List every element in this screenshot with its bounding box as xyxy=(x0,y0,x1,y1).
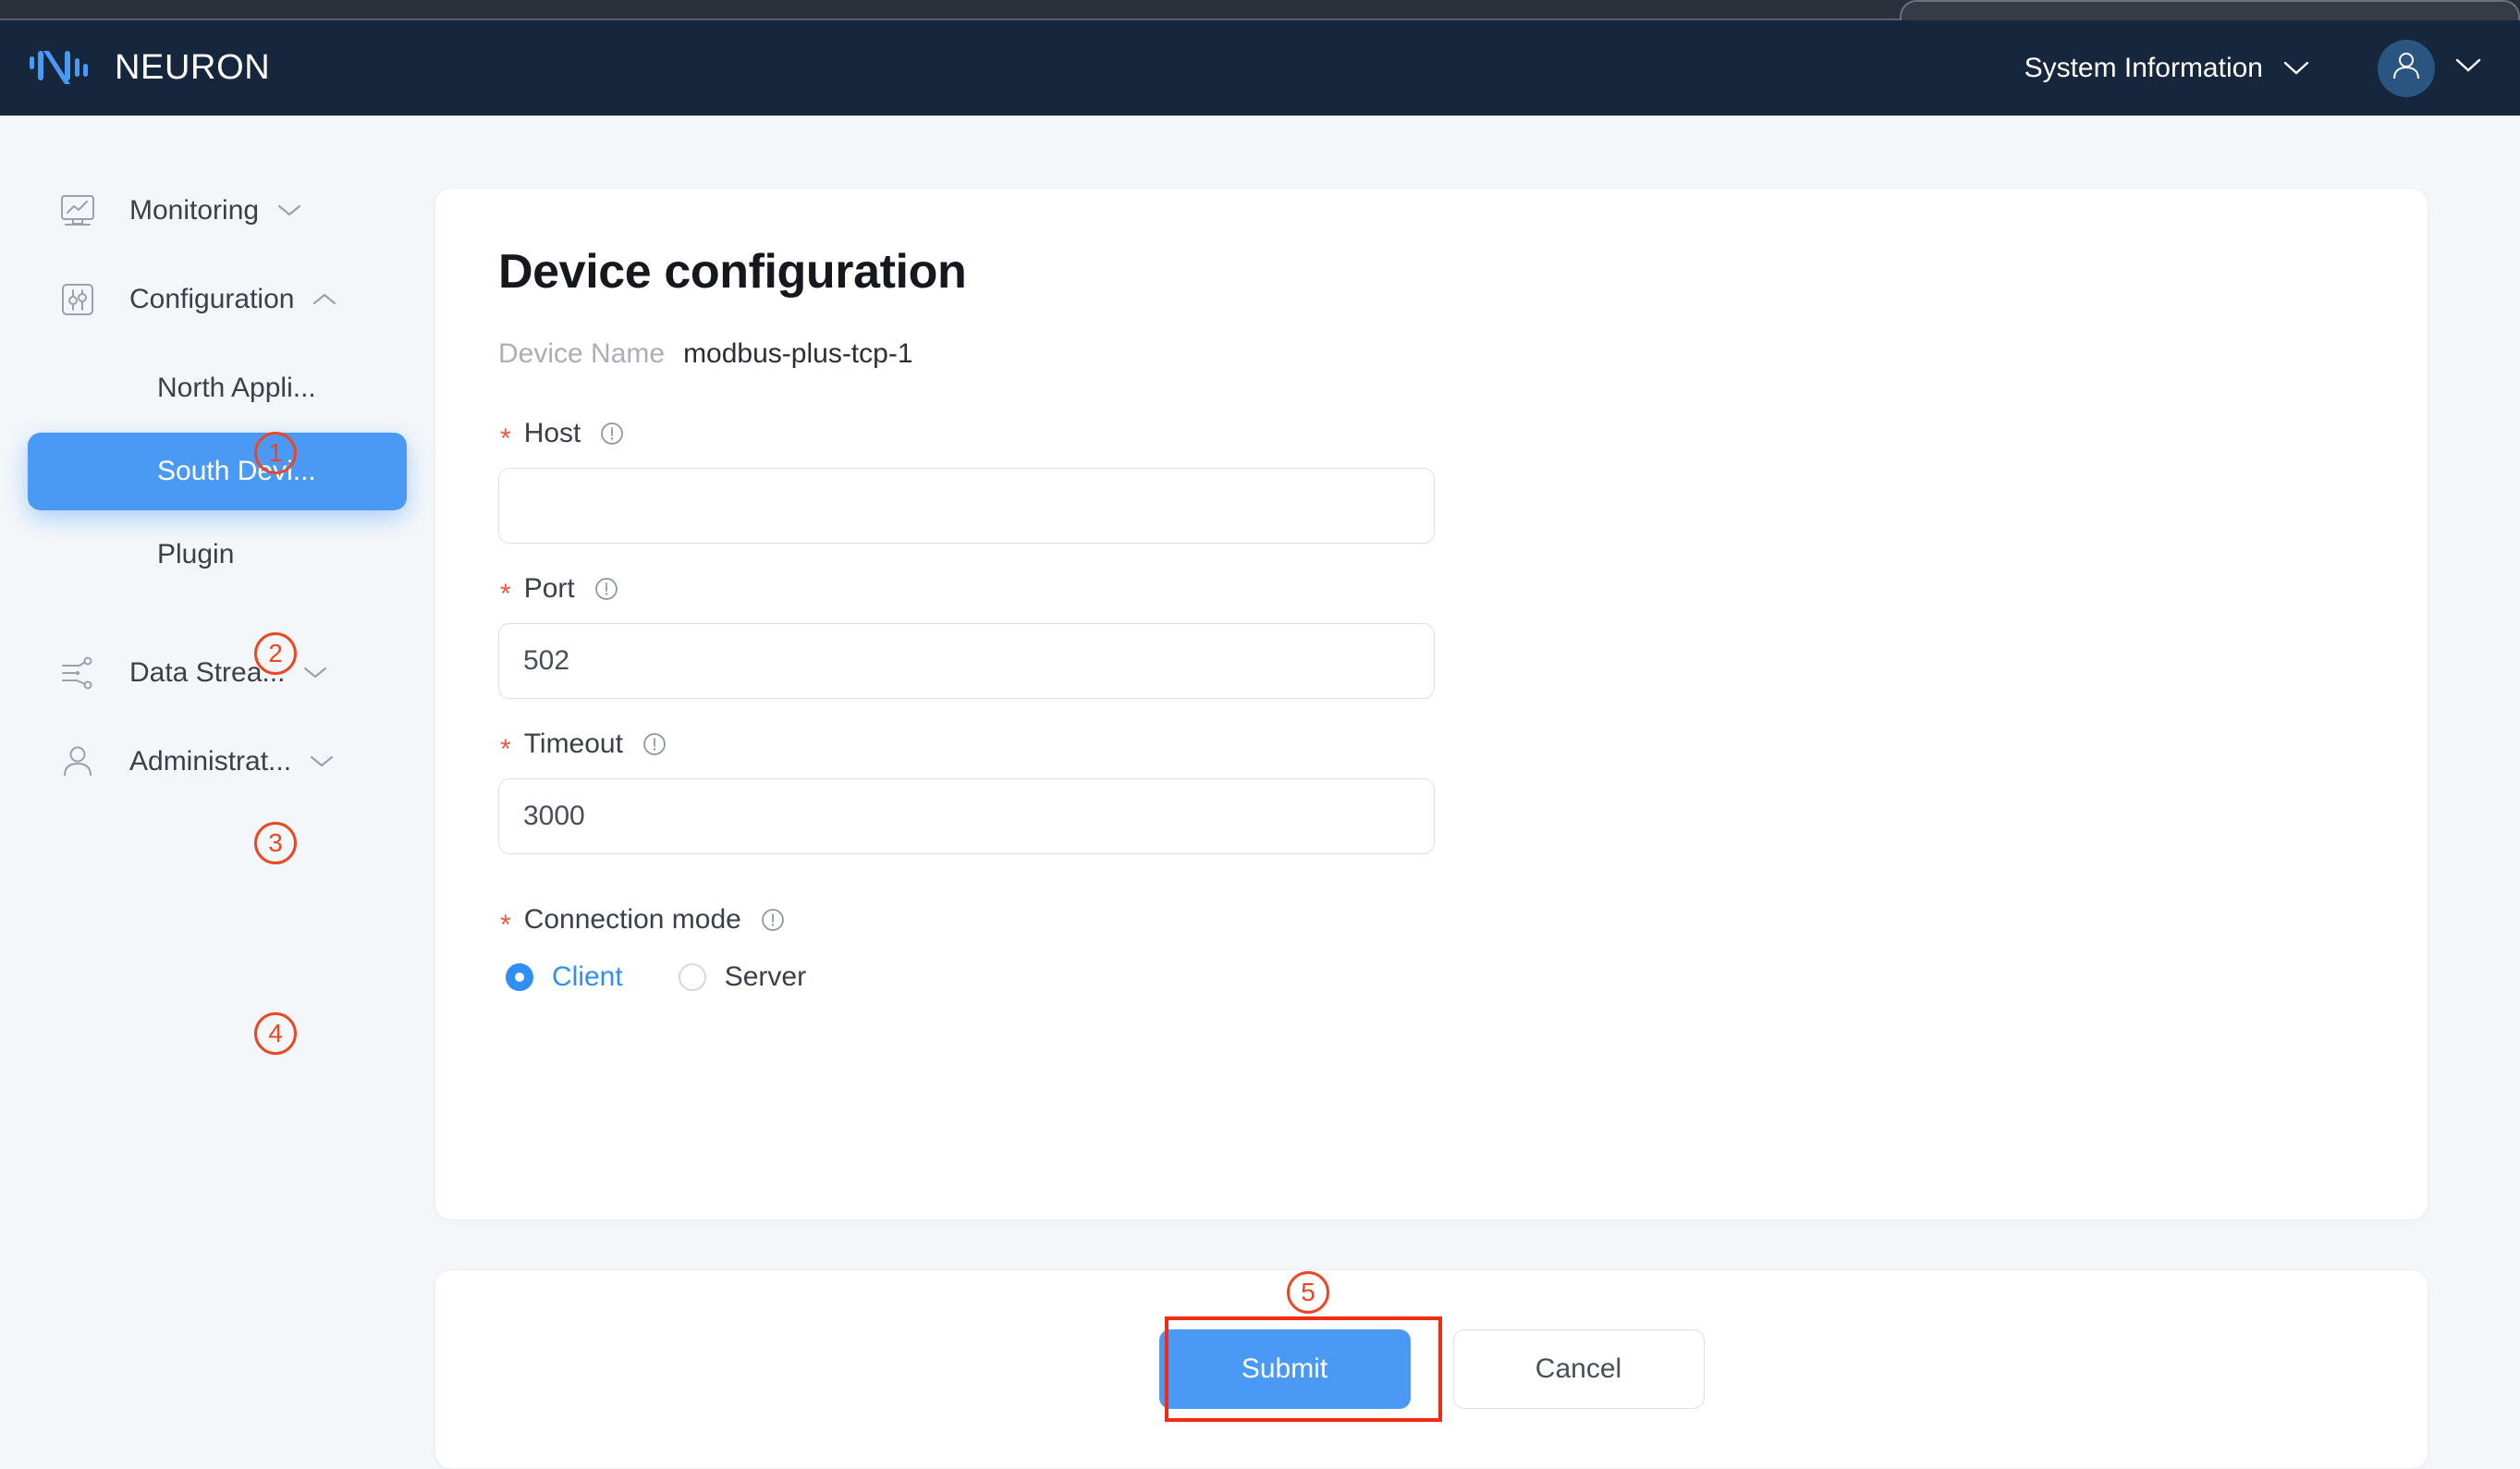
timeout-label: * Timeout xyxy=(500,728,2428,764)
form-actions-card: Submit Cancel xyxy=(434,1269,2428,1469)
sidebar-item-data-streams[interactable]: Data Strea... xyxy=(0,629,434,717)
radio-option-server[interactable]: Server xyxy=(678,961,807,993)
radio-option-label: Server xyxy=(724,961,807,992)
required-asterisk: * xyxy=(500,910,511,940)
sidebar-item-administration[interactable]: Administrat... xyxy=(0,717,434,806)
field-label-text: Timeout xyxy=(523,728,623,759)
user-icon xyxy=(55,740,100,784)
main-content: Device configuration Device Name modbus-… xyxy=(434,116,2520,1469)
radio-button-icon[interactable] xyxy=(678,963,706,991)
connection-mode-field: * Connection mode Client Server xyxy=(498,904,2428,993)
brand[interactable]: NEURON xyxy=(28,42,270,95)
annotation-marker-4: 4 xyxy=(254,1012,297,1055)
timeout-input[interactable] xyxy=(498,778,1435,854)
chevron-down-icon xyxy=(2283,53,2309,84)
required-asterisk: * xyxy=(500,579,511,609)
required-asterisk: * xyxy=(500,734,511,765)
user-menu[interactable] xyxy=(2378,39,2481,97)
annotation-marker-1: 1 xyxy=(254,432,297,474)
host-field: * Host xyxy=(498,418,2428,544)
system-information-label: System Information xyxy=(2024,52,2263,83)
neuron-logo-icon xyxy=(28,42,94,95)
host-label: * Host xyxy=(500,418,2428,453)
submit-button[interactable]: Submit xyxy=(1158,1329,1411,1409)
brand-name: NEURON xyxy=(115,48,271,87)
info-circle-icon[interactable] xyxy=(760,907,786,933)
sidebar-item-north-apps[interactable]: North Appli... xyxy=(28,349,407,427)
chevron-down-icon xyxy=(2455,57,2481,79)
chevron-up-icon[interactable] xyxy=(312,292,336,307)
field-label-text: Port xyxy=(523,573,575,604)
connection-mode-radio-group: Client Server xyxy=(506,961,2428,993)
sidebar-item-monitoring[interactable]: Monitoring xyxy=(0,166,434,255)
info-circle-icon[interactable] xyxy=(642,731,667,757)
radio-option-label: Client xyxy=(552,961,623,992)
system-information-menu[interactable]: System Information xyxy=(2012,43,2322,93)
annotation-marker-5: 5 xyxy=(1287,1271,1329,1314)
timeout-field: * Timeout xyxy=(498,728,2428,854)
form-actions: Submit Cancel xyxy=(1158,1329,1705,1409)
required-asterisk: * xyxy=(500,423,511,454)
field-label-text: Host xyxy=(523,418,581,448)
avatar[interactable] xyxy=(2378,39,2435,97)
sidebar-item-label: Monitoring xyxy=(129,195,260,226)
cancel-button[interactable]: Cancel xyxy=(1452,1329,1705,1409)
app-header: NEURON System Information xyxy=(0,20,2520,116)
info-circle-icon[interactable] xyxy=(593,576,619,602)
sidebar-item-label: North Appli... xyxy=(157,373,316,403)
chevron-down-icon[interactable] xyxy=(277,203,301,218)
radio-option-client[interactable]: Client xyxy=(506,961,623,993)
port-label: * Port xyxy=(500,573,2428,609)
info-circle-icon[interactable] xyxy=(599,421,625,447)
sidebar: Monitoring Configuration North Appli... … xyxy=(0,116,434,1464)
device-name-label: Device Name xyxy=(498,338,666,369)
sidebar-item-label: Administrat... xyxy=(129,746,292,777)
sidebar-item-label: Plugin xyxy=(157,539,235,569)
monitor-chart-icon xyxy=(55,189,100,233)
port-field: * Port xyxy=(498,573,2428,699)
radio-button-icon[interactable] xyxy=(506,963,533,991)
chevron-down-icon[interactable] xyxy=(303,666,327,680)
field-label-text: Connection mode xyxy=(523,904,741,935)
device-configuration-card: Device configuration Device Name modbus-… xyxy=(434,188,2428,1220)
host-input[interactable] xyxy=(498,468,1435,544)
port-input[interactable] xyxy=(498,623,1435,699)
chevron-down-icon[interactable] xyxy=(310,754,334,769)
page-title: Device configuration xyxy=(498,245,967,299)
device-name-value: modbus-plus-tcp-1 xyxy=(683,338,913,369)
sliders-square-icon xyxy=(55,277,100,322)
device-name-row: Device Name modbus-plus-tcp-1 xyxy=(498,338,2428,370)
user-avatar-icon xyxy=(2389,48,2424,88)
header-right: System Information xyxy=(2012,39,2481,97)
sidebar-item-configuration[interactable]: Configuration xyxy=(0,255,434,344)
sidebar-item-south-devices[interactable]: South Devi... xyxy=(28,433,407,510)
sidebar-item-plugin[interactable]: Plugin xyxy=(28,516,407,594)
annotation-marker-3: 3 xyxy=(254,822,297,864)
connection-mode-label: * Connection mode xyxy=(500,904,2428,940)
annotation-marker-2: 2 xyxy=(254,632,297,675)
data-stream-icon xyxy=(55,651,100,695)
sidebar-item-label: Configuration xyxy=(129,284,295,314)
